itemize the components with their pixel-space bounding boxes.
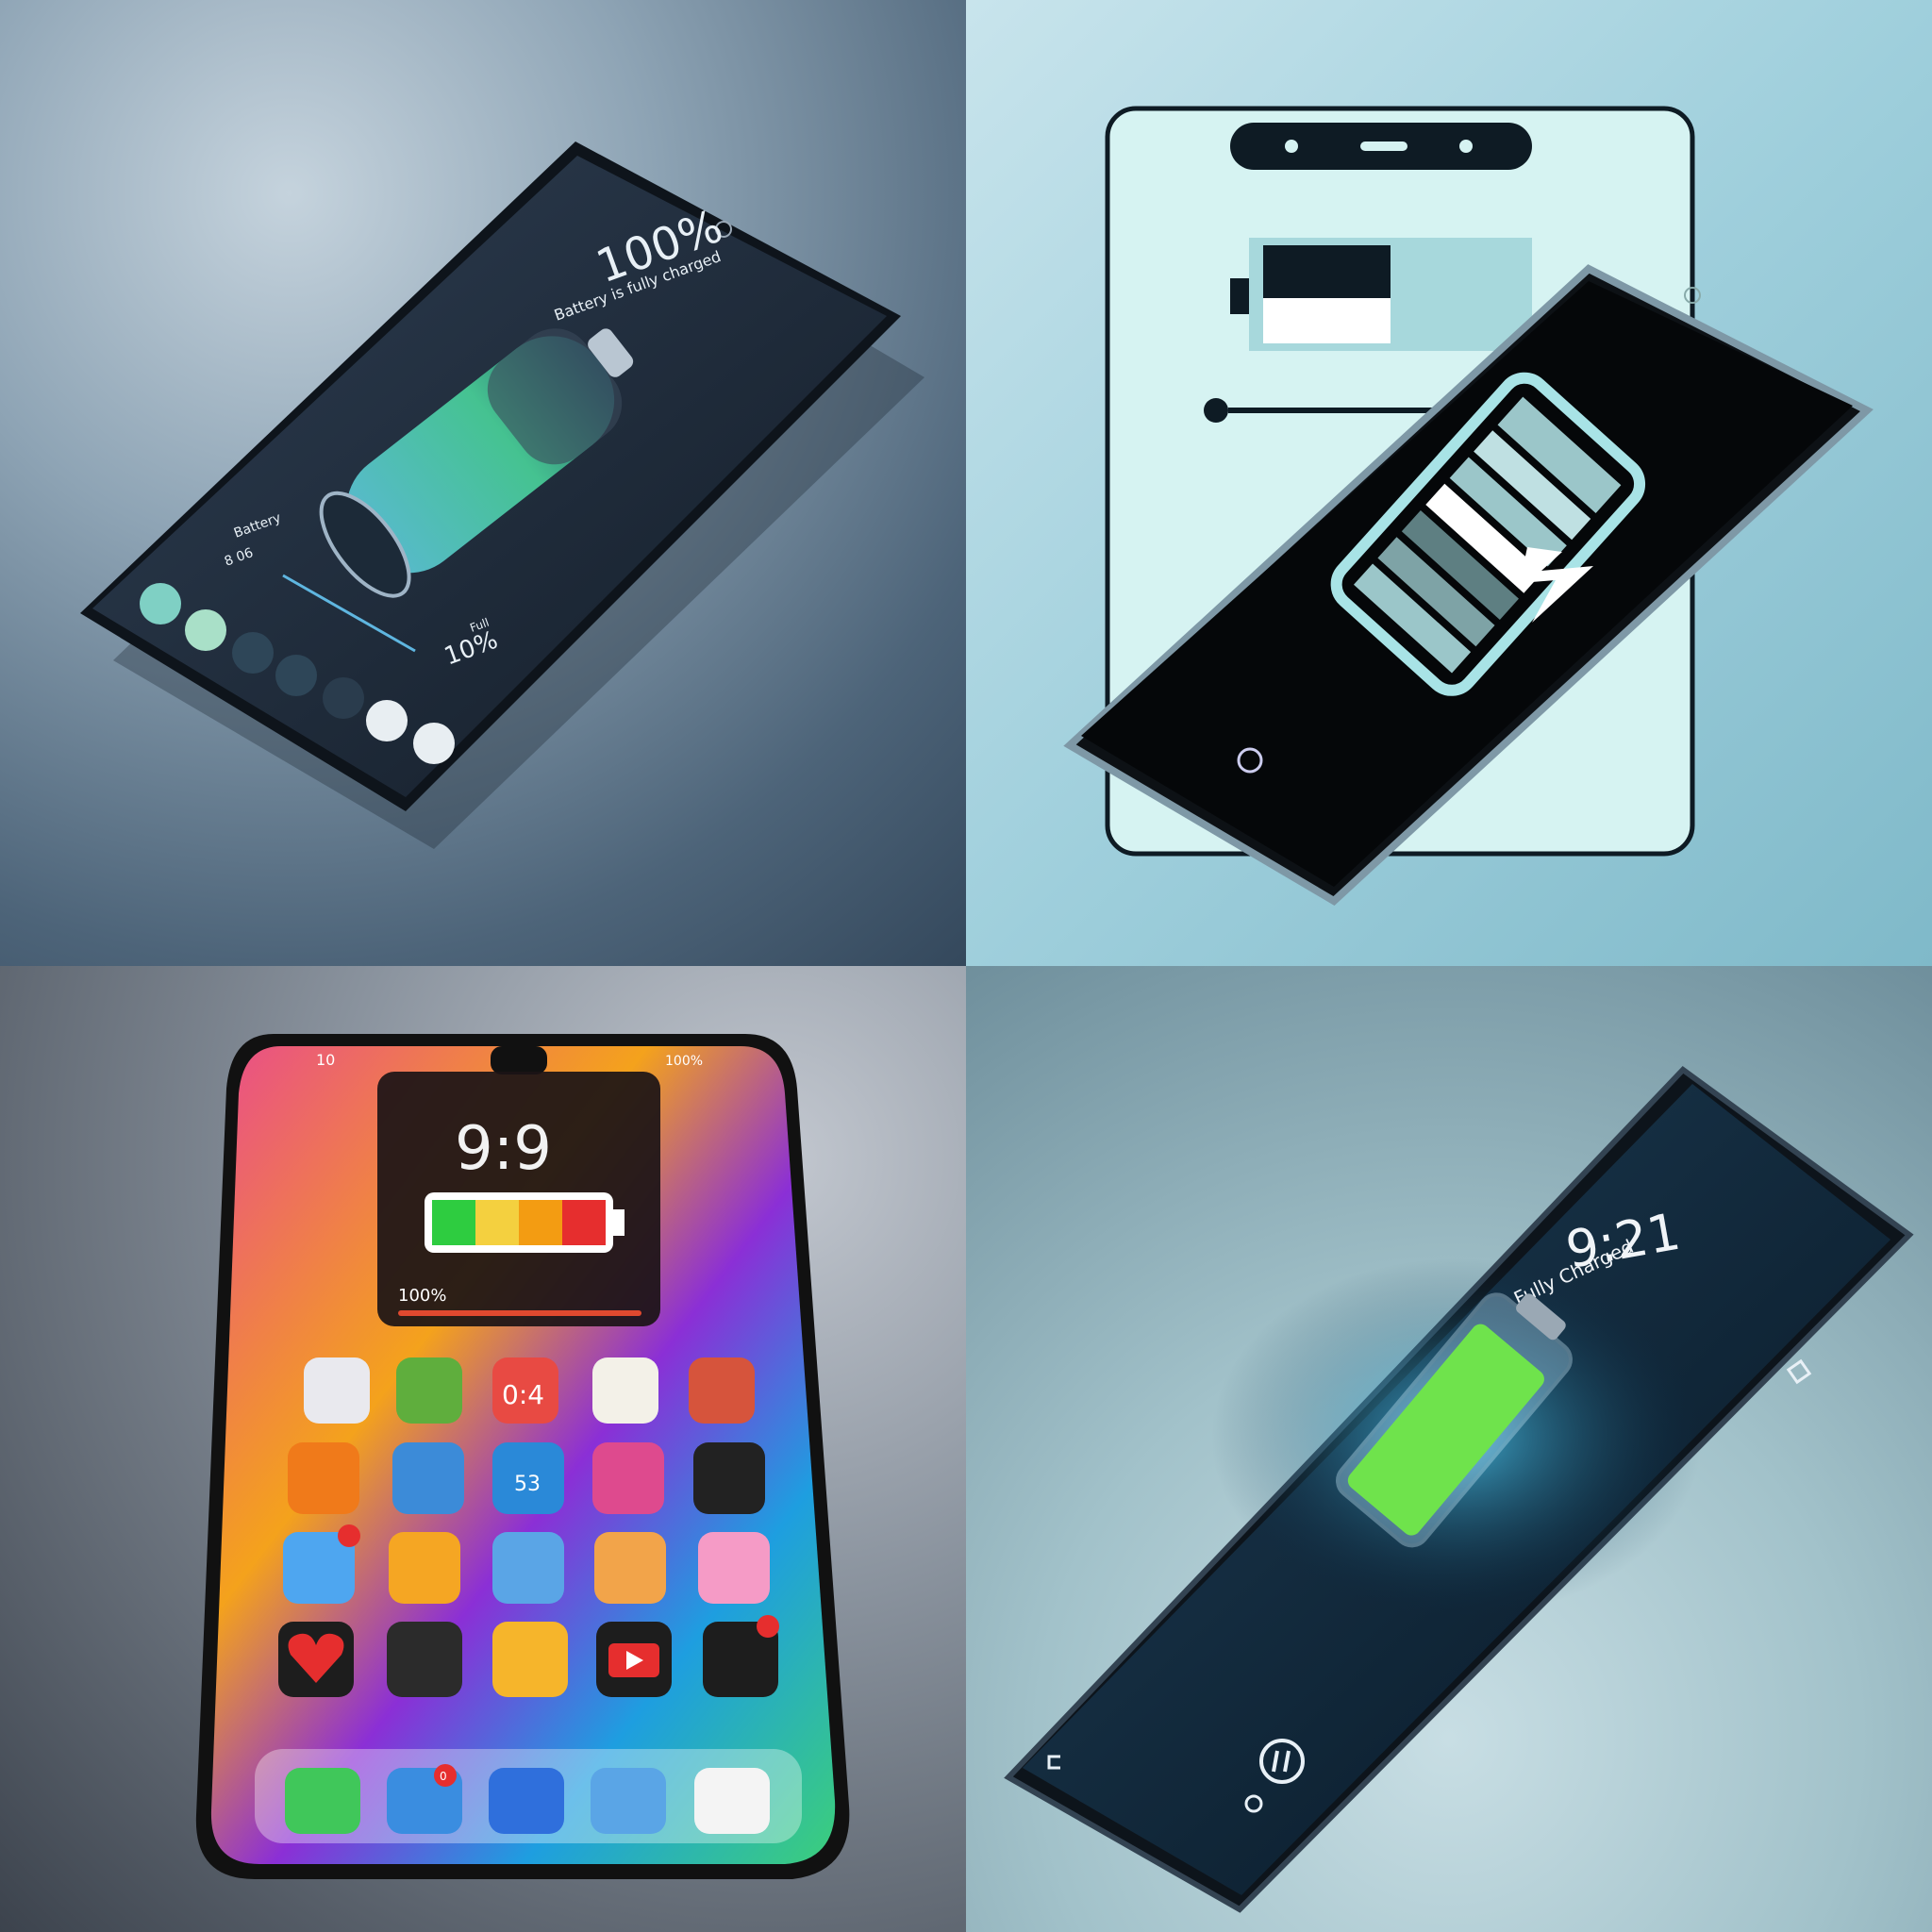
app-icon[interactable] — [698, 1532, 770, 1604]
app-icon[interactable] — [689, 1357, 755, 1424]
app-icon[interactable] — [140, 583, 181, 625]
slider-knob[interactable] — [1204, 398, 1228, 423]
phone-scene-2 — [1063, 106, 1874, 906]
app-icon[interactable] — [389, 1532, 460, 1604]
app-icon[interactable] — [185, 609, 226, 651]
sensor-dot — [1459, 140, 1473, 153]
panel-dark-battery-phone: 100% Battery is fully charged Battery 8 … — [0, 0, 966, 966]
app-icon[interactable] — [232, 632, 274, 674]
app-icon[interactable] — [492, 1622, 568, 1697]
widget-clock: 9:9 — [455, 1114, 552, 1184]
battery-segment — [1263, 245, 1391, 298]
app-icon[interactable] — [275, 655, 317, 696]
battery-segment — [1263, 298, 1391, 343]
sensor-dot — [1285, 140, 1298, 153]
app-icon[interactable] — [413, 723, 455, 764]
app-icon[interactable] — [288, 1442, 359, 1514]
app-icon[interactable] — [304, 1357, 370, 1424]
widget-battery-icon — [425, 1192, 625, 1253]
phone-scene-3: 10 100% 9:9 100% 0:4 53 0 — [195, 1034, 850, 1879]
mail-app-icon[interactable] — [492, 1532, 564, 1604]
app-icon[interactable] — [489, 1768, 564, 1834]
notch — [491, 1046, 547, 1074]
app-icon[interactable] — [592, 1442, 664, 1514]
messages-app-icon[interactable] — [285, 1768, 360, 1834]
app-icon[interactable] — [366, 700, 408, 741]
calendar-text: 53 — [514, 1473, 541, 1496]
app-icon[interactable] — [592, 1357, 658, 1424]
app-icon[interactable] — [396, 1357, 462, 1424]
notification-badge — [338, 1524, 360, 1547]
widget-percent: 100% — [398, 1286, 446, 1306]
panel-flat-charging-phone — [966, 0, 1932, 966]
clock-app-text: 0:4 — [502, 1379, 544, 1410]
app-icon[interactable] — [323, 677, 364, 719]
speaker-slot — [1360, 142, 1407, 151]
battery-terminal — [1230, 278, 1249, 314]
phone-scene-4: 9:21 Fully Charged — [1004, 1066, 1914, 1913]
app-icon[interactable] — [594, 1532, 666, 1604]
panel-colorful-homescreen: 10 100% 9:9 100% 0:4 53 0 — [0, 966, 966, 1932]
widget-progress-bar — [398, 1310, 641, 1316]
panel-glowing-battery-phone: 9:21 Fully Charged — [966, 966, 1932, 1932]
app-icon[interactable] — [392, 1442, 464, 1514]
status-time: 10 — [316, 1051, 335, 1069]
mail-app-icon[interactable] — [591, 1768, 666, 1834]
badge-count: 0 — [440, 1770, 447, 1783]
notification-badge — [757, 1615, 779, 1638]
app-icon[interactable] — [693, 1442, 765, 1514]
phone-scene-1: 100% Battery is fully charged Battery 8 … — [80, 142, 924, 849]
photos-app-icon[interactable] — [694, 1768, 770, 1834]
recents-icon[interactable] — [1786, 1358, 1812, 1385]
status-battery: 100% — [665, 1054, 703, 1069]
app-icon[interactable] — [387, 1622, 462, 1697]
